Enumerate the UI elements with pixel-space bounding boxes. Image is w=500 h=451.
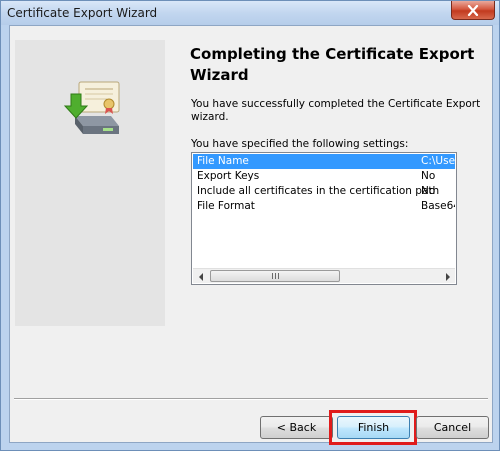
cancel-button[interactable]: Cancel <box>416 416 489 439</box>
scroll-thumb[interactable] <box>210 270 340 282</box>
wizard-client-area: Completing the Certificate Export Wizard… <box>9 25 493 445</box>
page-title-line2: Wizard <box>190 66 249 84</box>
wizard-window: Certificate Export Wizard Completing the… <box>0 0 500 451</box>
completion-description: You have successfully completed the Cert… <box>191 98 481 123</box>
back-button[interactable]: < Back <box>260 416 333 439</box>
setting-name: File Format <box>197 200 255 212</box>
window-title: Certificate Export Wizard <box>7 6 158 20</box>
wizard-side-panel <box>15 40 165 326</box>
settings-list[interactable]: File Name C:\User Export Keys No Include… <box>191 152 457 285</box>
close-x-icon <box>467 4 479 16</box>
setting-name: Include all certificates in the certific… <box>197 185 440 197</box>
title-bar[interactable]: Certificate Export Wizard <box>1 1 499 25</box>
scroll-left-button[interactable] <box>193 269 208 284</box>
setting-value: No <box>421 185 436 197</box>
finish-button[interactable]: Finish <box>337 416 410 439</box>
list-item[interactable]: File Name C:\User <box>193 154 455 169</box>
horizontal-scrollbar[interactable] <box>193 268 455 283</box>
page-title: Completing the Certificate Export Wizard <box>190 44 480 86</box>
setting-value: C:\User <box>421 155 455 167</box>
setting-name: Export Keys <box>197 170 260 182</box>
certificate-export-icon <box>63 81 120 134</box>
settings-label: You have specified the following setting… <box>191 138 409 150</box>
setting-value: Base64 <box>421 200 455 212</box>
close-button[interactable] <box>451 1 495 20</box>
list-item[interactable]: Export Keys No <box>193 169 455 184</box>
divider <box>14 398 488 400</box>
list-item[interactable]: Include all certificates in the certific… <box>193 184 455 199</box>
scroll-right-button[interactable] <box>440 269 455 284</box>
scroll-left-arrow-icon <box>198 272 203 281</box>
list-item[interactable]: File Format Base64 <box>193 199 455 214</box>
grip-icon <box>271 273 279 279</box>
settings-rows: File Name C:\User Export Keys No Include… <box>193 154 455 214</box>
setting-value: No <box>421 170 436 182</box>
page-title-line1: Completing the Certificate Export <box>190 45 475 63</box>
scroll-right-arrow-icon <box>445 272 450 281</box>
setting-name: File Name <box>197 155 249 167</box>
